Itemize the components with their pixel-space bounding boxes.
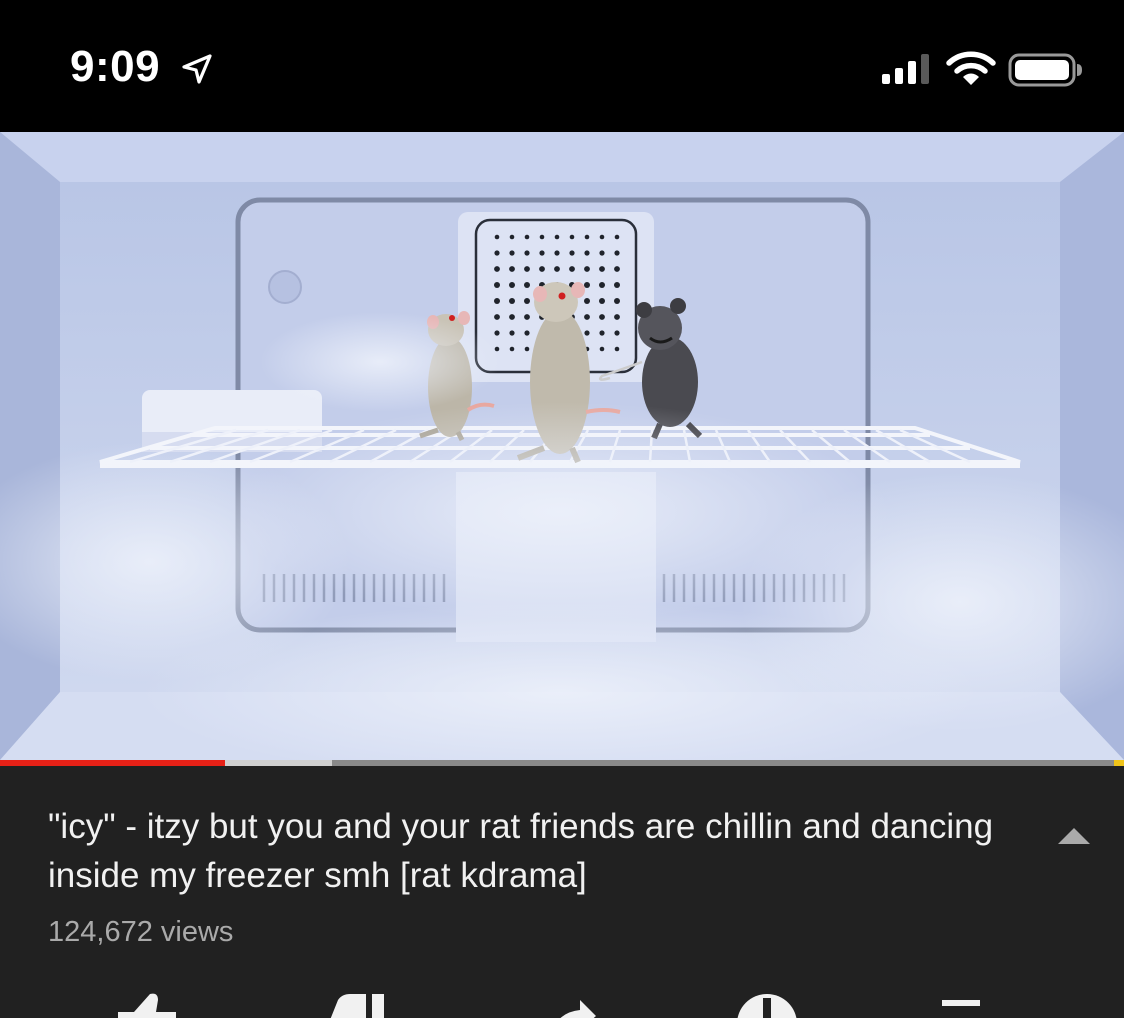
location-arrow-icon xyxy=(182,54,212,84)
video-info-panel: "icy" - itzy but you and your rat friend… xyxy=(0,766,1124,1018)
video-frame xyxy=(0,132,1124,760)
thumbs-up-icon[interactable] xyxy=(112,990,182,1018)
cellular-signal-icon xyxy=(882,54,929,84)
thumbs-down-icon[interactable] xyxy=(318,990,388,1018)
battery-icon xyxy=(1008,53,1082,87)
view-count: 124,672 views xyxy=(48,916,234,948)
chevron-up-icon[interactable] xyxy=(1056,824,1092,848)
status-bar: 9:09 xyxy=(0,0,1124,132)
video-player[interactable] xyxy=(0,132,1124,760)
share-icon[interactable] xyxy=(530,990,600,1018)
video-title[interactable]: "icy" - itzy but you and your rat friend… xyxy=(48,802,1038,900)
wifi-icon xyxy=(946,51,996,85)
status-time: 9:09 xyxy=(70,42,161,91)
download-icon[interactable] xyxy=(732,990,802,1018)
action-row xyxy=(0,990,1124,1018)
save-icon[interactable] xyxy=(926,990,996,1018)
youtube-video-screen: 9:09 "icy" - itzy but you and your rat f… xyxy=(0,0,1124,1018)
